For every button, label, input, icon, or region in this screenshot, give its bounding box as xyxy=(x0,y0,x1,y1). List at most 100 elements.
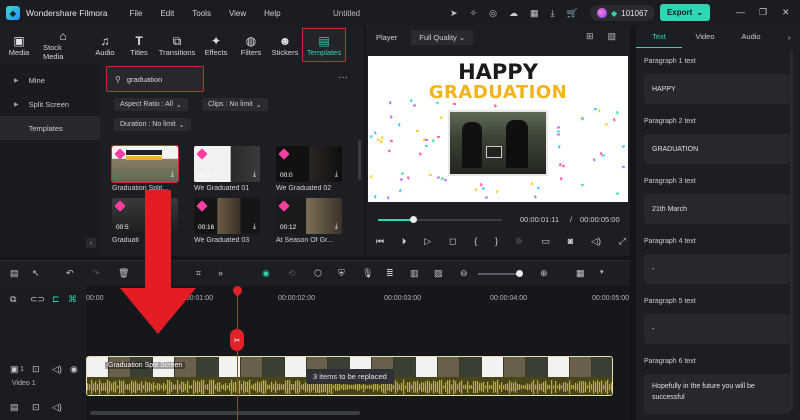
search-input[interactable] xyxy=(126,74,197,84)
chevron-right-icon[interactable]: › xyxy=(788,33,791,42)
speed-icon[interactable]: ⟲ xyxy=(288,268,296,279)
paragraph-1-input[interactable]: HAPPY xyxy=(644,74,790,104)
mark-out-icon[interactable]: } xyxy=(495,236,498,247)
more-tools-icon[interactable]: » xyxy=(218,268,223,278)
tool-stickers[interactable]: ☻ Stickers xyxy=(268,26,302,64)
play-icon[interactable]: ▷ xyxy=(424,236,431,247)
collapse-sidebar-button[interactable]: ‹ xyxy=(86,238,96,248)
tool-titles[interactable]: T Titles xyxy=(122,26,156,64)
paragraph-2-input[interactable]: GRADUATION xyxy=(644,134,790,164)
zoom-slider[interactable] xyxy=(478,273,520,275)
more-options-icon[interactable]: ··· xyxy=(338,72,348,83)
sidebar-item-templates[interactable]: ▶ Templates xyxy=(0,116,100,140)
tool-transitions[interactable]: ⧉ Transitions xyxy=(156,26,198,64)
playback-seek-bar[interactable] xyxy=(378,216,502,223)
template-card-graduation-split[interactable]: ⤓ Graduation Split... xyxy=(111,145,179,192)
tab-video[interactable]: Video xyxy=(682,26,728,48)
menu-tools[interactable]: Tools xyxy=(192,9,211,18)
shield-icon[interactable]: ⛨ xyxy=(338,268,345,279)
properties-scrollbar[interactable] xyxy=(790,50,793,410)
lock-icon[interactable]: ⊡ xyxy=(32,364,40,375)
tool-effects[interactable]: ✦ Effects xyxy=(198,26,234,64)
eye-icon[interactable]: ◉ xyxy=(70,364,78,375)
tool-templates[interactable]: ▤ Templates xyxy=(302,28,346,62)
seek-handle[interactable] xyxy=(409,216,417,223)
sidebar-item-mine[interactable]: ▶ Mine xyxy=(0,68,100,92)
search-box[interactable]: ⚲ xyxy=(106,66,204,92)
menu-edit[interactable]: Edit xyxy=(160,9,174,18)
menu-help[interactable]: Help xyxy=(264,9,280,18)
audio-lock-icon[interactable]: ⊡ xyxy=(32,402,40,413)
duration-filter[interactable]: Duration : No limit ⌄ xyxy=(114,118,191,131)
menu-view[interactable]: View xyxy=(229,9,246,18)
delete-icon[interactable]: 🗑 xyxy=(118,268,129,279)
lightbulb-icon[interactable]: ✧ xyxy=(470,8,478,19)
tab-audio[interactable]: Audio xyxy=(728,26,774,48)
select-tool-icon[interactable]: ↖ xyxy=(32,268,40,279)
headset-icon[interactable]: ◎ xyxy=(489,8,497,19)
audio-volume-icon[interactable]: ◁) xyxy=(52,402,62,413)
zoom-in-icon[interactable]: ⊕ xyxy=(540,268,548,279)
download-icon[interactable]: ⤓ xyxy=(253,171,256,179)
menu-file[interactable]: File xyxy=(130,9,143,18)
redo-icon[interactable]: ↷ xyxy=(92,268,100,279)
crop-icon[interactable]: ⌗ xyxy=(196,268,201,279)
close-icon[interactable]: ✕ xyxy=(782,7,790,18)
cloud-upload-icon[interactable]: ☁ xyxy=(509,8,518,19)
tool-audio[interactable]: ♫ Audio xyxy=(88,26,122,64)
stop-icon[interactable]: ◻ xyxy=(449,236,456,247)
tab-text[interactable]: Text xyxy=(636,26,682,48)
microphone-icon[interactable]: 🎙 xyxy=(362,268,373,279)
tool-stock-media[interactable]: ⌂ Stock Media xyxy=(38,26,88,64)
marker-icon[interactable]: ⊪ xyxy=(516,236,524,247)
tool-filters[interactable]: ◍ Filters xyxy=(234,26,268,64)
paragraph-3-input[interactable]: 21th March xyxy=(644,194,790,224)
image-icon[interactable]: ▨ xyxy=(434,268,443,279)
clips-filter[interactable]: Clips : No limit ⌄ xyxy=(202,98,268,111)
play-backward-icon[interactable]: ⏵ xyxy=(402,236,407,247)
chevron-down-icon[interactable]: ▾ xyxy=(600,268,604,276)
credits-badge[interactable]: ◆ 101067 xyxy=(590,5,655,21)
volume-icon[interactable]: ◁) xyxy=(591,236,601,247)
zoom-out-icon[interactable]: ⊖ xyxy=(460,268,468,279)
ai-assistant-icon[interactable]: ◉ xyxy=(262,268,270,279)
paragraph-5-input[interactable]: - xyxy=(644,314,790,344)
template-card-we-graduated-03[interactable]: 00:16 ⤓ We Graduated 03 xyxy=(194,198,260,244)
scissors-icon[interactable]: ✂ xyxy=(230,329,244,351)
minimize-icon[interactable]: — xyxy=(736,7,745,17)
quality-dropdown[interactable]: Full Quality ⌄ xyxy=(411,29,474,45)
download-icon[interactable]: ⤓ xyxy=(253,223,256,231)
grid-icon[interactable]: ▦ xyxy=(530,8,539,19)
snapshot-image-icon[interactable]: ▨ xyxy=(607,31,616,42)
download-icon[interactable]: ⤓ xyxy=(171,171,174,179)
download-icon[interactable]: ⤓ xyxy=(550,8,554,19)
magnet-icon[interactable]: ⌘ xyxy=(68,294,77,305)
template-card-we-graduated-02[interactable]: 00:0 ⤓ We Graduated 02 xyxy=(276,146,342,192)
undo-icon[interactable]: ↶ xyxy=(66,268,74,279)
voiceover-icon[interactable]: ≣ xyxy=(386,268,394,279)
export-button[interactable]: Export ⌄ xyxy=(660,4,710,21)
caption-icon[interactable]: ▥ xyxy=(410,268,419,279)
fullscreen-preview-icon[interactable]: ▭ xyxy=(541,236,550,247)
send-icon[interactable]: ➤ xyxy=(450,8,458,19)
download-icon[interactable]: ⤓ xyxy=(335,223,338,231)
sidebar-item-split-screen[interactable]: ▶ Split Screen xyxy=(0,92,100,116)
templates-scrollbar[interactable] xyxy=(358,140,361,180)
view-grid-icon[interactable]: ▦ xyxy=(576,268,585,279)
link-icon[interactable]: ⊂⊃ xyxy=(30,294,45,305)
mute-icon[interactable]: ◁) xyxy=(52,364,62,375)
add-track-icon[interactable]: ⧉ xyxy=(10,294,16,305)
restore-icon[interactable]: ❐ xyxy=(759,7,767,18)
aspect-ratio-filter[interactable]: Aspect Ratio : All ⌄ xyxy=(114,98,188,111)
snap-icon[interactable]: ⊏ xyxy=(52,294,60,305)
mark-icon[interactable]: ⬡ xyxy=(314,268,322,279)
timeline-horizontal-scrollbar[interactable] xyxy=(90,411,360,415)
shopping-cart-icon[interactable]: 🛒 xyxy=(566,8,577,19)
layout-icon[interactable]: ▤ xyxy=(10,268,19,279)
download-icon[interactable]: ⤓ xyxy=(335,171,338,179)
grid-view-icon[interactable]: ⊞ xyxy=(586,31,594,42)
template-card-at-season-of-gr[interactable]: 00:12 ⤓ At Season Of Gr... xyxy=(276,198,342,244)
template-card-we-graduated-01[interactable]: 00:2 ⤓ We Graduated 01 xyxy=(194,146,260,192)
expand-icon[interactable]: ⤢ xyxy=(619,236,626,247)
zoom-slider-handle[interactable] xyxy=(516,270,523,277)
